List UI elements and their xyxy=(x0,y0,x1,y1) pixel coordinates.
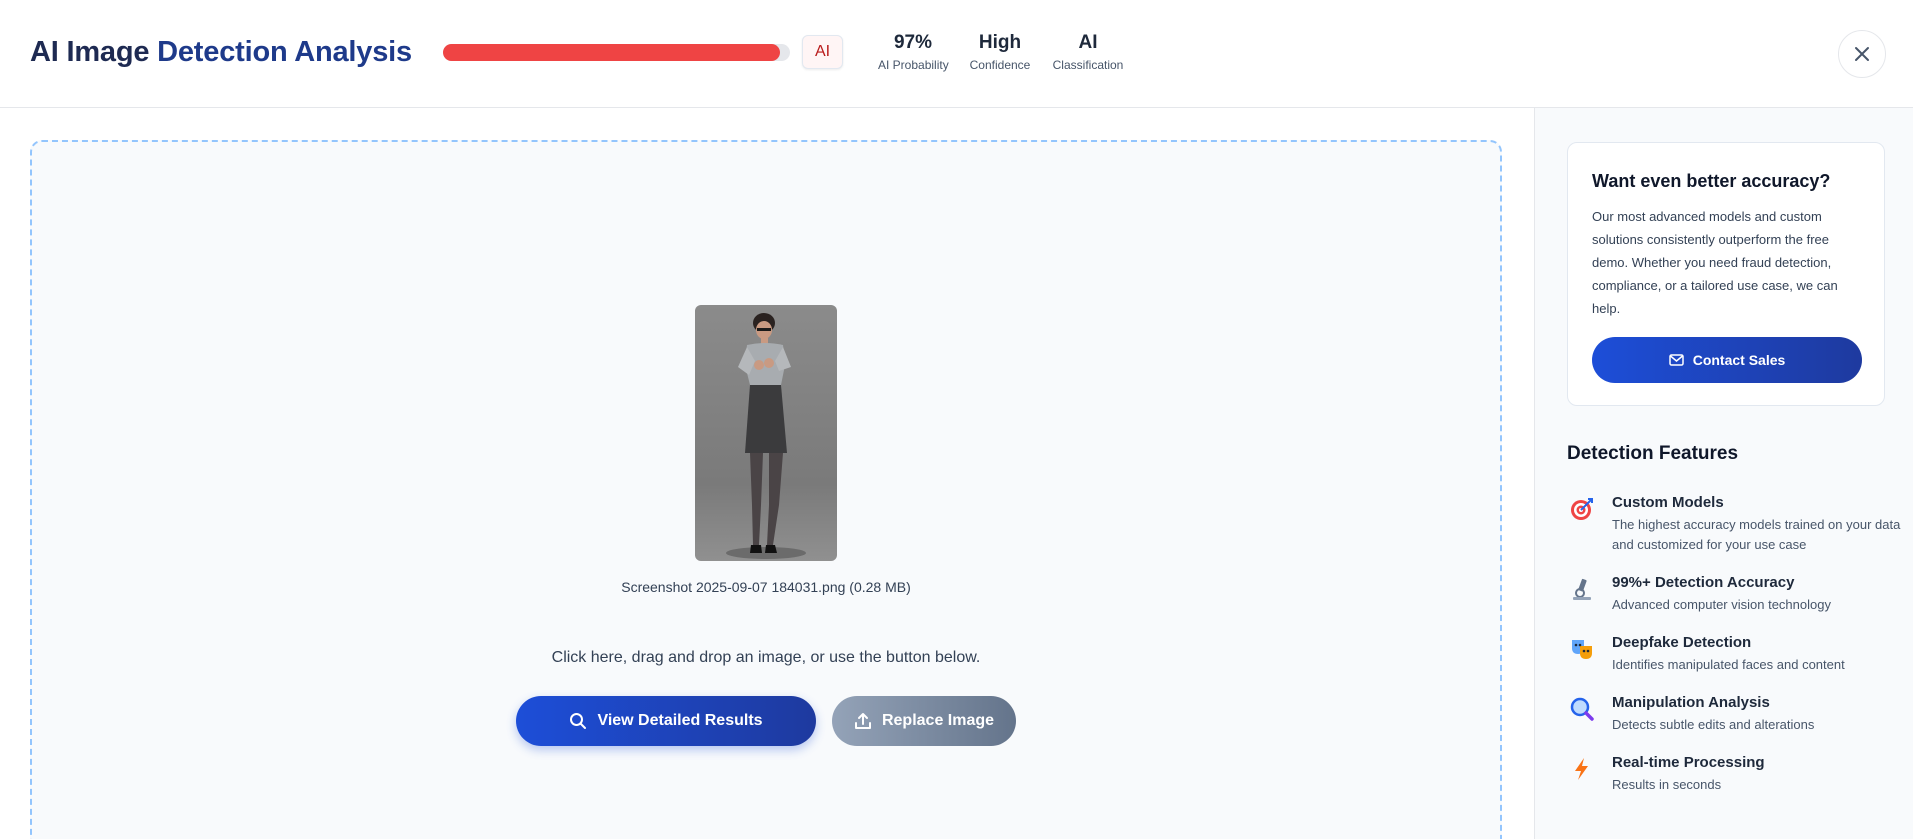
dropzone-hint: Click here, drag and drop an image, or u… xyxy=(551,649,981,666)
uploaded-image-preview xyxy=(695,305,837,561)
stat-classification: AI Classification xyxy=(1052,32,1124,72)
feature-desc: The highest accuracy models trained on y… xyxy=(1612,517,1901,552)
ai-probability-fill xyxy=(443,44,780,61)
contact-sales-label: Contact Sales xyxy=(1692,352,1786,368)
stat-value: 97% xyxy=(893,32,933,53)
header: AI Image Detection Analysis AI 97% AI Pr… xyxy=(0,0,1913,108)
stat-label: Classification xyxy=(1052,58,1124,72)
promo-text: Our most advanced models and custom solu… xyxy=(1592,209,1838,316)
search-icon xyxy=(570,713,587,729)
feature-item: Deepfake Detection Identifies manipulate… xyxy=(1567,634,1897,678)
masks-icon xyxy=(1567,634,1597,664)
contact-sales-button[interactable]: Contact Sales xyxy=(1592,337,1862,383)
replace-image-label: Replace Image xyxy=(881,712,995,729)
feature-name: Manipulation Analysis xyxy=(1612,694,1770,711)
feature-name: Custom Models xyxy=(1612,494,1724,511)
feature-desc: Detects subtle edits and alterations xyxy=(1612,717,1815,732)
promo-card: Want even better accuracy? Our most adva… xyxy=(1567,142,1885,406)
view-detailed-results-button[interactable]: View Detailed Results xyxy=(516,696,816,746)
page-title: AI Image Detection Analysis xyxy=(30,36,412,69)
stat-ai-probability: 97% AI Probability xyxy=(878,32,949,72)
target-icon xyxy=(1567,494,1597,524)
file-caption: Screenshot 2025-09-07 184031.png (0.28 M… xyxy=(621,579,911,595)
microscope-icon xyxy=(1567,574,1597,604)
feature-name: 99%+ Detection Accuracy xyxy=(1612,574,1795,591)
stat-confidence: High Confidence xyxy=(966,32,1034,72)
feature-desc: Results in seconds xyxy=(1612,777,1722,792)
feature-item: Manipulation Analysis Detects subtle edi… xyxy=(1567,694,1897,738)
mail-icon xyxy=(1668,354,1684,366)
classification-badge: AI xyxy=(802,35,843,69)
close-icon xyxy=(1855,47,1869,61)
title-part1: AI Image xyxy=(30,36,150,68)
stat-value: High xyxy=(978,32,1022,53)
feature-desc: Advanced computer vision technology xyxy=(1612,597,1831,612)
title-part2: Detection Analysis xyxy=(157,36,412,68)
feature-item: Real-time Processing Results in seconds xyxy=(1567,754,1897,798)
feature-item: 99%+ Detection Accuracy Advanced compute… xyxy=(1567,574,1897,618)
stat-label: Confidence xyxy=(969,58,1031,72)
feature-name: Deepfake Detection xyxy=(1612,634,1752,651)
magnifier-icon xyxy=(1567,694,1597,724)
close-button[interactable] xyxy=(1838,30,1886,78)
upload-icon xyxy=(854,713,871,729)
feature-name: Real-time Processing xyxy=(1612,754,1765,771)
features-title: Detection Features xyxy=(1567,443,1739,464)
person-image xyxy=(726,313,806,559)
replace-image-button[interactable]: Replace Image xyxy=(832,696,1016,746)
feature-desc: Identifies manipulated faces and content xyxy=(1612,657,1845,672)
promo-title: Want even better accuracy? xyxy=(1592,171,1831,191)
lightning-icon xyxy=(1567,754,1597,784)
stat-label: AI Probability xyxy=(878,58,949,72)
ai-probability-bar xyxy=(443,44,790,61)
stat-value: AI xyxy=(1078,32,1098,53)
view-detailed-results-label: View Detailed Results xyxy=(597,712,763,729)
feature-item: Custom Models The highest accuracy model… xyxy=(1567,494,1900,558)
